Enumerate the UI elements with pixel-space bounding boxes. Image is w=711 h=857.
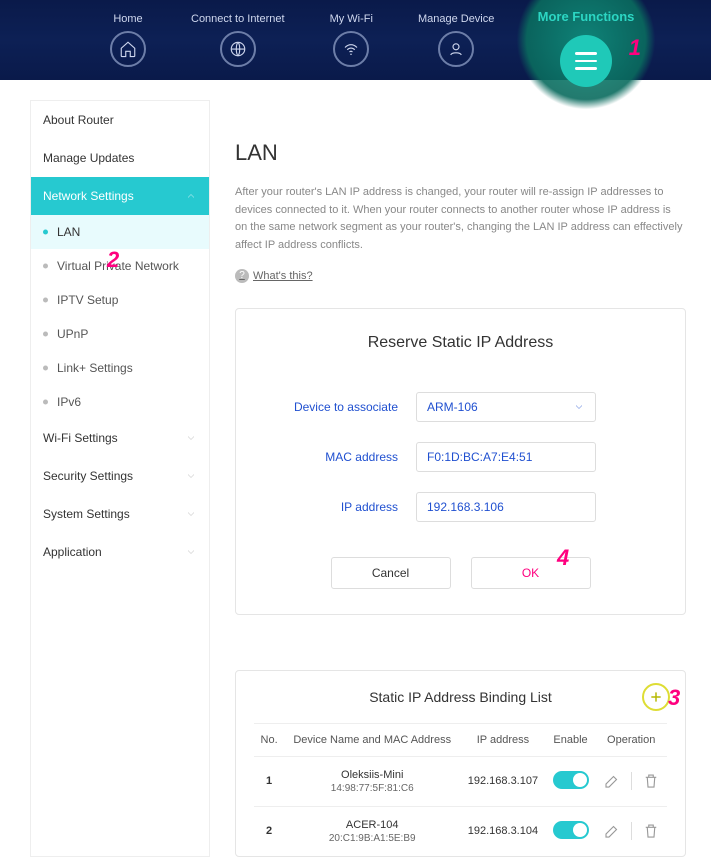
- delete-icon[interactable]: [642, 822, 660, 840]
- sidebar-item-linkplus[interactable]: Link+ Settings: [31, 351, 209, 385]
- sidebar-item-iptv[interactable]: IPTV Setup: [31, 283, 209, 317]
- mac-input[interactable]: [416, 442, 596, 472]
- binding-table: No. Device Name and MAC Address IP addre…: [254, 723, 667, 856]
- sidebar-about-router[interactable]: About Router: [31, 101, 209, 139]
- sidebar-application[interactable]: Application: [31, 533, 209, 571]
- nav-label: Connect to Internet: [191, 13, 285, 25]
- home-icon: [110, 31, 146, 67]
- reserve-static-ip-card: Reserve Static IP Address Device to asso…: [235, 308, 686, 615]
- sidebar-item-upnp[interactable]: UPnP: [31, 317, 209, 351]
- top-nav: Home Connect to Internet My Wi-Fi Manage…: [0, 0, 711, 80]
- binding-title: Static IP Address Binding List: [254, 689, 667, 705]
- col-ip: IP address: [460, 723, 545, 756]
- col-device: Device Name and MAC Address: [284, 723, 460, 756]
- annotation-4: 4: [557, 545, 569, 571]
- chevron-down-icon: [185, 546, 197, 558]
- chevron-down-icon: [185, 508, 197, 520]
- page-title: LAN: [235, 140, 686, 166]
- col-operation: Operation: [595, 723, 667, 756]
- sidebar-wifi-settings[interactable]: Wi-Fi Settings: [31, 419, 209, 457]
- mac-label: MAC address: [266, 450, 416, 464]
- cell-ip: 192.168.3.104: [460, 806, 545, 856]
- delete-icon[interactable]: [642, 772, 660, 790]
- nav-label: Manage Device: [418, 13, 494, 25]
- nav-device[interactable]: Manage Device: [418, 13, 494, 67]
- cell-enable: [546, 806, 596, 856]
- ip-input[interactable]: [416, 492, 596, 522]
- chevron-down-icon: [185, 432, 197, 444]
- edit-icon[interactable]: [603, 772, 621, 790]
- chevron-up-icon: [185, 190, 197, 202]
- sidebar-network-settings[interactable]: Network Settings: [31, 177, 209, 215]
- device-label: Device to associate: [266, 400, 416, 414]
- ip-label: IP address: [266, 500, 416, 514]
- annotation-3: 3: [668, 685, 680, 711]
- content: LAN After your router's LAN IP address i…: [210, 100, 686, 857]
- cell-operation: [595, 806, 667, 856]
- wifi-icon: [333, 31, 369, 67]
- sidebar-manage-updates[interactable]: Manage Updates: [31, 139, 209, 177]
- whats-this-link[interactable]: ? What's this?: [235, 269, 313, 283]
- binding-list-card: Static IP Address Binding List No. Devic…: [235, 670, 686, 857]
- annotation-1: 1: [629, 35, 641, 61]
- sidebar-item-vpn[interactable]: Virtual Private Network: [31, 249, 209, 283]
- plus-icon: [649, 690, 663, 704]
- page-description: After your router's LAN IP address is ch…: [235, 184, 686, 254]
- col-no: No.: [254, 723, 284, 756]
- table-row: 2ACER-10420:C1:9B:A1:5E:B9192.168.3.104: [254, 806, 667, 856]
- more-label: More Functions: [538, 9, 635, 24]
- cell-ip: 192.168.3.107: [460, 756, 545, 806]
- globe-icon: [220, 31, 256, 67]
- device-select[interactable]: ARM-106: [416, 392, 596, 422]
- nav-connect[interactable]: Connect to Internet: [191, 13, 285, 67]
- nav-home[interactable]: Home: [110, 13, 146, 67]
- reserve-title: Reserve Static IP Address: [266, 334, 655, 352]
- hamburger-icon: [575, 52, 597, 70]
- cancel-button[interactable]: Cancel: [331, 557, 451, 589]
- sidebar-system-settings[interactable]: System Settings: [31, 495, 209, 533]
- enable-toggle[interactable]: [553, 821, 589, 839]
- enable-toggle[interactable]: [553, 771, 589, 789]
- cell-no: 1: [254, 756, 284, 806]
- help-icon: ?: [235, 269, 249, 283]
- cell-no: 2: [254, 806, 284, 856]
- edit-icon[interactable]: [603, 822, 621, 840]
- nav-label: Home: [113, 13, 142, 25]
- sidebar-item-lan[interactable]: LAN: [31, 215, 209, 249]
- ok-button[interactable]: OK: [471, 557, 591, 589]
- user-icon: [438, 31, 474, 67]
- sidebar: About Router Manage Updates Network Sett…: [30, 100, 210, 857]
- nav-wifi[interactable]: My Wi-Fi: [330, 13, 373, 67]
- cell-enable: [546, 756, 596, 806]
- more-functions-button[interactable]: [560, 35, 612, 87]
- sidebar-item-ipv6[interactable]: IPv6: [31, 385, 209, 419]
- nav-label: My Wi-Fi: [330, 13, 373, 25]
- sidebar-security-settings[interactable]: Security Settings: [31, 457, 209, 495]
- add-binding-button[interactable]: [642, 683, 670, 711]
- cell-device: ACER-10420:C1:9B:A1:5E:B9: [284, 806, 460, 856]
- col-enable: Enable: [546, 723, 596, 756]
- main: About Router Manage Updates Network Sett…: [0, 80, 711, 857]
- cell-operation: [595, 756, 667, 806]
- cell-device: Oleksiis-Mini14:98:77:5F:81:C6: [284, 756, 460, 806]
- annotation-2: 2: [107, 247, 119, 273]
- chevron-down-icon: [573, 401, 585, 413]
- table-row: 1Oleksiis-Mini14:98:77:5F:81:C6192.168.3…: [254, 756, 667, 806]
- chevron-down-icon: [185, 470, 197, 482]
